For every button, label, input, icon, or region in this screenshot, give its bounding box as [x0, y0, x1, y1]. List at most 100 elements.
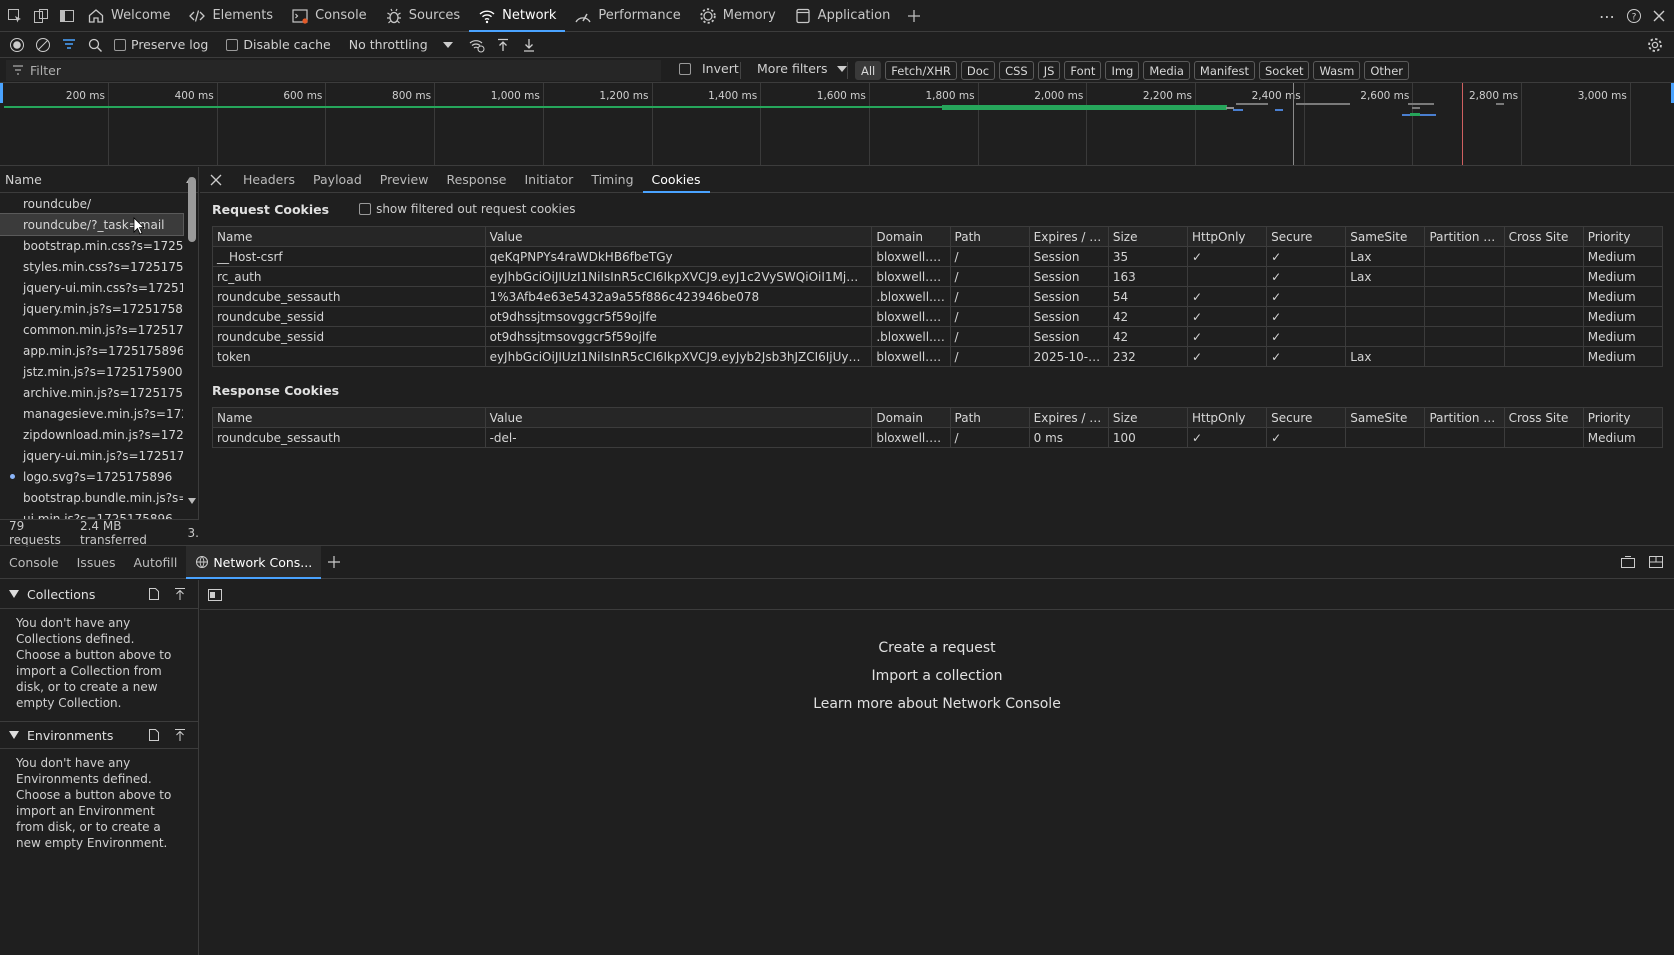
record-icon[interactable]: [6, 34, 28, 56]
request-row[interactable]: logo.svg?s=1725175896: [0, 466, 183, 487]
tab-memory[interactable]: Memory: [690, 0, 785, 32]
request-row[interactable]: managesieve.min.js?s=1725...: [0, 403, 183, 424]
column-header[interactable]: Size: [1107, 226, 1188, 247]
overview-left-handle[interactable]: [0, 83, 3, 103]
type-filter-img[interactable]: Img: [1105, 61, 1140, 80]
network-settings-gear-icon[interactable]: [1644, 34, 1666, 56]
type-filter-manifest[interactable]: Manifest: [1193, 61, 1255, 80]
dock-drawer-icon[interactable]: [1648, 555, 1664, 569]
invert-box[interactable]: [679, 62, 691, 75]
create-request-link[interactable]: Create a request: [200, 640, 1674, 656]
tab-network[interactable]: Network: [469, 0, 566, 32]
request-row[interactable]: bootstrap.bundle.min.js?s=...: [0, 487, 183, 508]
request-row[interactable]: archive.min.js?s=1725175896: [0, 382, 183, 403]
cookie-row[interactable]: rc_auth eyJhbGciOiJIUzI1NiIsInR5cCI6IkpXV…: [212, 266, 1664, 287]
details-tab-preview[interactable]: Preview: [371, 167, 438, 193]
tab-sources[interactable]: Sources: [376, 0, 469, 32]
details-tab-cookies[interactable]: Cookies: [642, 167, 710, 193]
filter-toggle-icon[interactable]: [58, 34, 80, 56]
drawer-tab-issues[interactable]: Issues: [68, 546, 125, 579]
request-list-header[interactable]: Name: [0, 167, 198, 193]
column-header[interactable]: SameSite: [1345, 407, 1426, 428]
import-collection-icon[interactable]: [174, 587, 186, 601]
import-environment-icon[interactable]: [174, 728, 186, 742]
network-overview-timeline[interactable]: 200 ms 400 ms 600 ms 800 ms 1,000 ms 1,200 ms…: [0, 83, 1674, 166]
new-environment-icon[interactable]: [148, 728, 160, 742]
inspect-element-icon[interactable]: [4, 5, 26, 27]
column-header[interactable]: Size: [1107, 407, 1188, 428]
export-har-icon[interactable]: [518, 34, 540, 56]
add-drawer-tab-icon[interactable]: [327, 555, 341, 569]
invert-checkbox[interactable]: Invert: [679, 61, 739, 76]
type-filter-other[interactable]: Other: [1364, 61, 1410, 80]
preserve-log-checkbox[interactable]: Preserve log: [114, 37, 208, 52]
show-filtered-cookies-checkbox[interactable]: show filtered out request cookies: [359, 202, 575, 216]
cookie-row[interactable]: __Host-csrf qeKqPNPYs4raWDkHB6fbeTGy bloxw…: [212, 246, 1664, 267]
column-header[interactable]: Cross Site: [1503, 226, 1584, 247]
cookie-row[interactable]: token eyJhbGciOiJIUzI1NiIsInR5cCI6IkpXVCJ…: [212, 346, 1664, 367]
details-tab-headers[interactable]: Headers: [234, 167, 304, 193]
request-row[interactable]: styles.min.css?s=1725175896: [0, 256, 183, 277]
column-header[interactable]: Secure: [1266, 226, 1347, 247]
request-row[interactable]: jquery-ui.min.js?s=1725175...: [0, 445, 183, 466]
triangle-down-icon[interactable]: [9, 590, 19, 598]
drawer-tab-console[interactable]: Console: [0, 546, 68, 579]
type-filter-fetchxhr[interactable]: Fetch/XHR: [885, 61, 957, 80]
tab-elements[interactable]: Elements: [179, 0, 282, 32]
column-header[interactable]: Value: [484, 407, 873, 428]
request-row[interactable]: jquery-ui.min.css?s=172517...: [0, 277, 183, 298]
column-header[interactable]: Domain: [871, 226, 951, 247]
dock-sidebar-icon[interactable]: [56, 5, 78, 27]
throttling-select[interactable]: No throttling: [349, 37, 454, 52]
column-header[interactable]: Name: [212, 407, 486, 428]
clear-icon[interactable]: [32, 34, 54, 56]
scrollbar-thumb[interactable]: [188, 177, 196, 242]
column-header[interactable]: Name: [212, 226, 486, 247]
details-tab-response[interactable]: Response: [437, 167, 515, 193]
request-list-scrollbar[interactable]: [188, 177, 196, 507]
move-to-top-icon[interactable]: [1620, 555, 1636, 569]
details-tab-timing[interactable]: Timing: [582, 167, 642, 193]
request-row[interactable]: common.min.js?s=1725175...: [0, 319, 183, 340]
tab-performance[interactable]: Performance: [565, 0, 689, 32]
details-tab-initiator[interactable]: Initiator: [516, 167, 583, 193]
search-icon[interactable]: [84, 34, 106, 56]
import-collection-link[interactable]: Import a collection: [200, 668, 1674, 684]
column-header[interactable]: SameSite: [1345, 226, 1426, 247]
tab-console[interactable]: Console: [282, 0, 376, 32]
close-devtools-icon[interactable]: [1652, 9, 1666, 23]
column-header[interactable]: Secure: [1266, 407, 1347, 428]
column-header[interactable]: Partition Ke...: [1424, 226, 1505, 247]
request-row[interactable]: zipdownload.min.js?s=1725...: [0, 424, 183, 445]
request-row[interactable]: app.min.js?s=1725175896: [0, 340, 183, 361]
column-header[interactable]: Expires / M...: [1028, 226, 1109, 247]
filter-input[interactable]: Filter: [6, 59, 661, 81]
cookie-row[interactable]: roundcube_sessauth 1%3Afb4e63e5432a9a55f8…: [212, 286, 1664, 307]
column-header[interactable]: Expires / M...: [1028, 407, 1109, 428]
import-har-icon[interactable]: [492, 34, 514, 56]
type-filter-js[interactable]: JS: [1037, 61, 1061, 80]
scroll-down-icon[interactable]: [187, 497, 197, 505]
request-row[interactable]: jquery.min.js?s=1725175899: [0, 298, 183, 319]
request-row[interactable]: ui.min.js?s=1725175896: [0, 508, 183, 520]
network-conditions-icon[interactable]: [466, 34, 488, 56]
type-filter-socket[interactable]: Socket: [1258, 61, 1310, 80]
column-header[interactable]: Priority: [1582, 407, 1664, 428]
column-header[interactable]: Path: [949, 226, 1030, 247]
column-header[interactable]: HttpOnly: [1186, 407, 1268, 428]
request-row[interactable]: roundcube/?_task=mail: [0, 213, 184, 236]
preserve-log-box[interactable]: [114, 38, 126, 51]
close-details-icon[interactable]: [206, 174, 226, 186]
triangle-down-icon[interactable]: [9, 731, 19, 739]
column-header[interactable]: Cross Site: [1503, 407, 1584, 428]
column-header[interactable]: Value: [484, 226, 873, 247]
request-row[interactable]: bootstrap.min.css?s=1725175...: [0, 235, 183, 256]
tab-application[interactable]: Application: [785, 0, 900, 32]
more-filters-dropdown[interactable]: More filters: [757, 61, 848, 76]
more-options-icon[interactable]: ⋯: [1599, 7, 1616, 26]
type-filter-css[interactable]: CSS: [999, 61, 1034, 80]
column-header[interactable]: Domain: [871, 407, 951, 428]
name-column-header[interactable]: Name: [5, 172, 42, 187]
collections-header[interactable]: Collections: [0, 580, 198, 609]
toggle-sidebar-icon[interactable]: [207, 588, 223, 602]
